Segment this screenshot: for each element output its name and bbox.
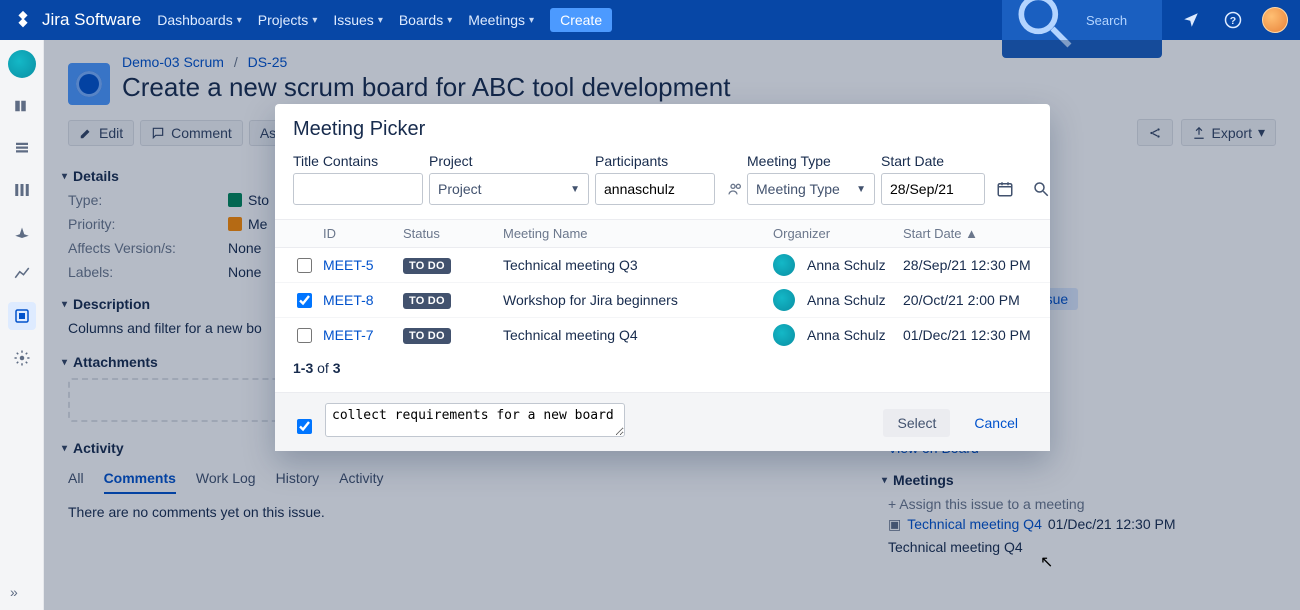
- note-input[interactable]: [325, 403, 625, 437]
- rail-settings-icon[interactable]: [8, 344, 36, 372]
- nav-meetings[interactable]: Meetings▾: [468, 12, 534, 28]
- rail-expand-icon[interactable]: »: [10, 584, 18, 600]
- col-organizer[interactable]: Organizer: [773, 226, 903, 241]
- chevron-down-icon: ▼: [856, 184, 866, 195]
- meeting-type-select[interactable]: Meeting Type▼: [747, 173, 875, 205]
- organizer: Anna Schulz: [773, 289, 903, 311]
- meeting-id[interactable]: MEET-8: [323, 292, 403, 308]
- meeting-name: Technical meeting Q3: [503, 257, 773, 273]
- svg-text:?: ?: [1230, 15, 1236, 27]
- col-start-date[interactable]: Start Date ▲: [903, 226, 1033, 241]
- title-contains-input[interactable]: [293, 173, 423, 205]
- chevron-down-icon: ▾: [447, 15, 452, 26]
- status-badge: TO DO: [403, 258, 451, 274]
- meeting-name: Technical meeting Q4: [503, 327, 773, 343]
- jira-logo-icon: [12, 9, 34, 31]
- global-search-input[interactable]: [1084, 12, 1154, 29]
- left-rail: »: [0, 40, 44, 610]
- project-select[interactable]: Project▼: [429, 173, 589, 205]
- participants-input[interactable]: [595, 173, 715, 205]
- notifications-icon[interactable]: [1178, 7, 1204, 33]
- rail-backlog-icon[interactable]: [8, 134, 36, 162]
- start-date-input[interactable]: [881, 173, 985, 205]
- meeting-start-date: 20/Oct/21 2:00 PM: [903, 292, 1033, 308]
- rail-issues-icon[interactable]: [8, 302, 36, 330]
- help-icon[interactable]: ?: [1220, 7, 1246, 33]
- participants-picker-icon[interactable]: [721, 173, 749, 205]
- row-checkbox[interactable]: [297, 293, 312, 308]
- rail-columns-icon[interactable]: [8, 176, 36, 204]
- label-title-contains: Title Contains: [293, 153, 423, 169]
- label-meeting-type: Meeting Type: [747, 153, 875, 169]
- rail-project-icon[interactable]: [8, 50, 36, 78]
- nav-boards[interactable]: Boards▾: [399, 12, 452, 28]
- search-button[interactable]: [1027, 173, 1055, 205]
- row-checkbox[interactable]: [297, 258, 312, 273]
- chevron-down-icon: ▾: [378, 15, 383, 26]
- meeting-start-date: 01/Dec/21 12:30 PM: [903, 327, 1033, 343]
- pager: 1-3 of 3: [275, 352, 1050, 392]
- meeting-start-date: 28/Sep/21 12:30 PM: [903, 257, 1033, 273]
- user-avatar[interactable]: [1262, 7, 1288, 33]
- col-status[interactable]: Status: [403, 226, 503, 241]
- create-button[interactable]: Create: [550, 8, 612, 32]
- brand: Jira Software: [12, 9, 141, 31]
- nav-issues[interactable]: Issues▾: [333, 12, 383, 28]
- chevron-down-icon: ▼: [570, 184, 580, 195]
- label-start-date: Start Date: [881, 153, 985, 169]
- organizer-avatar: [773, 289, 795, 311]
- modal-footer: Select Cancel: [275, 392, 1050, 451]
- table-row[interactable]: MEET-8 TO DO Workshop for Jira beginners…: [275, 282, 1050, 317]
- col-name[interactable]: Meeting Name: [503, 226, 773, 241]
- organizer-avatar: [773, 254, 795, 276]
- note-checkbox[interactable]: [297, 419, 312, 434]
- organizer: Anna Schulz: [773, 254, 903, 276]
- calendar-icon[interactable]: [991, 173, 1019, 205]
- rail-reports-icon[interactable]: [8, 260, 36, 288]
- chevron-down-icon: ▾: [237, 15, 242, 26]
- meeting-id[interactable]: MEET-7: [323, 327, 403, 343]
- label-project: Project: [429, 153, 589, 169]
- chevron-down-icon: ▾: [529, 15, 534, 26]
- rail-releases-icon[interactable]: [8, 218, 36, 246]
- meeting-name: Workshop for Jira beginners: [503, 292, 773, 308]
- select-button[interactable]: Select: [883, 409, 950, 437]
- table-row[interactable]: MEET-5 TO DO Technical meeting Q3 Anna S…: [275, 248, 1050, 282]
- label-participants: Participants: [595, 153, 715, 169]
- top-nav: Jira Software Dashboards▾ Projects▾ Issu…: [0, 0, 1300, 40]
- chevron-down-icon: ▾: [312, 15, 317, 26]
- organizer: Anna Schulz: [773, 324, 903, 346]
- table-header: ID Status Meeting Name Organizer Start D…: [275, 219, 1050, 248]
- meeting-picker-dialog: Meeting Picker Title Contains Project Pr…: [275, 104, 1050, 451]
- col-id[interactable]: ID: [323, 226, 403, 241]
- status-badge: TO DO: [403, 293, 451, 309]
- nav-dashboards[interactable]: Dashboards▾: [157, 12, 242, 28]
- cancel-button[interactable]: Cancel: [960, 409, 1032, 437]
- brand-text: Jira Software: [42, 10, 141, 30]
- status-badge: TO DO: [403, 328, 451, 344]
- row-checkbox[interactable]: [297, 328, 312, 343]
- organizer-avatar: [773, 324, 795, 346]
- nav-projects[interactable]: Projects▾: [258, 12, 318, 28]
- rail-board-icon[interactable]: [8, 92, 36, 120]
- modal-title: Meeting Picker: [275, 104, 1050, 147]
- table-row[interactable]: MEET-7 TO DO Technical meeting Q4 Anna S…: [275, 317, 1050, 352]
- meeting-id[interactable]: MEET-5: [323, 257, 403, 273]
